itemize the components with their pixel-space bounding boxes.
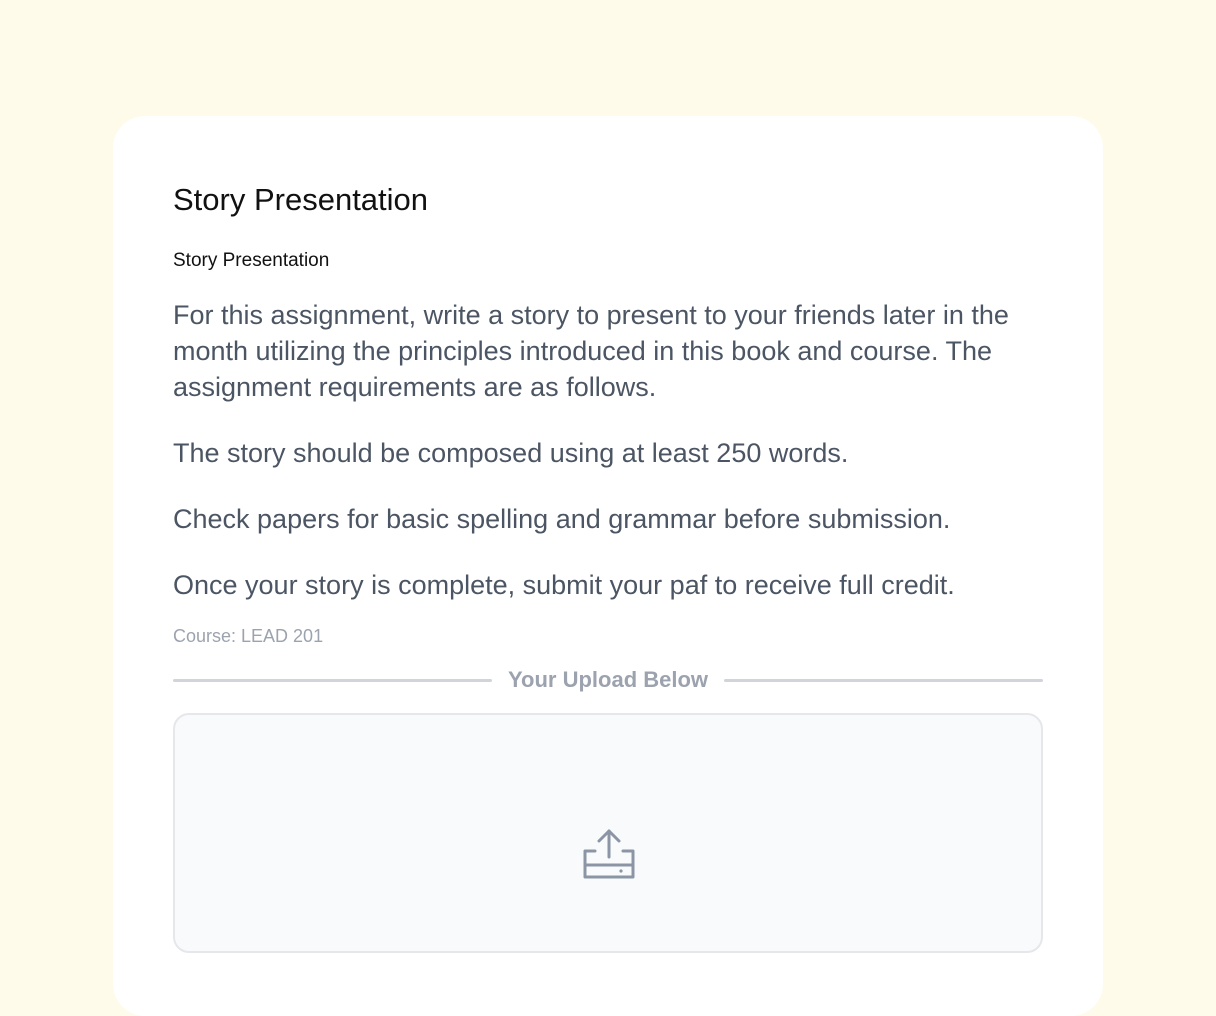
description-paragraph: Check papers for basic spelling and gram… — [173, 504, 951, 534]
assignment-card: Story Presentation Story Presentation Fo… — [113, 116, 1103, 1016]
divider-line-left — [173, 678, 492, 682]
description-paragraph: The story should be composed using at le… — [173, 438, 849, 468]
upload-section-divider: Your Upload Below — [173, 664, 1044, 696]
description-paragraph: Once your story is complete, submit your… — [173, 570, 955, 600]
file-upload-dropzone[interactable] — [173, 713, 1043, 953]
assignment-description: For this assignment, write a story to pr… — [173, 297, 1043, 603]
divider-line-right — [724, 678, 1044, 682]
upload-section-label: Your Upload Below — [507, 667, 709, 692]
description-paragraph: For this assignment, write a story to pr… — [173, 300, 1009, 402]
upload-icon[interactable] — [581, 827, 637, 883]
assignment-subtitle: Story Presentation — [173, 250, 330, 271]
assignment-title: Story Presentation — [173, 182, 429, 217]
course-label: Course: LEAD 201 — [173, 626, 324, 646]
